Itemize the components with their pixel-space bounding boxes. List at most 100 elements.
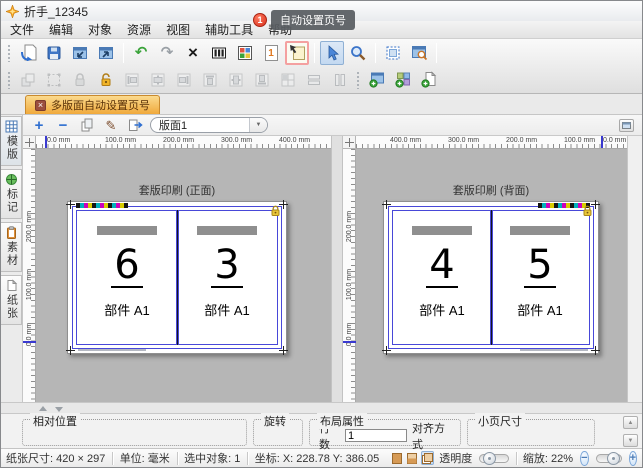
align-left-button[interactable] [120,68,144,92]
open-template-button[interactable] [16,41,40,65]
copy-layout-button[interactable] [78,117,96,134]
window-header: 折手_12345 文件 编辑 对象 资源 视图 辅助工具 帮助 1 自动设置页号 [1,1,642,39]
equal-columns-button[interactable] [328,68,352,92]
opacity-slider[interactable] [479,454,508,463]
page-number-button[interactable]: 1 [259,41,283,65]
add-page-button[interactable] [417,68,441,92]
align-top-button[interactable] [198,68,222,92]
marquee-select-button[interactable] [42,68,66,92]
align-center-button[interactable] [146,68,170,92]
menu-file[interactable]: 文件 [10,21,34,38]
scroll-up-button[interactable]: ▲ [623,416,638,429]
layout-list-button[interactable] [126,117,144,134]
export-document-button[interactable] [94,41,118,65]
main-toolbar: ↶ ↷ × 1 [1,39,642,94]
content-placeholder-bar [510,226,570,235]
redo-button[interactable]: ↷ [155,41,179,65]
side-tab-templates[interactable]: 模版 [1,116,22,166]
side-tab-paper[interactable]: 纸张 [1,275,22,325]
zoom-tool-button[interactable] [346,41,370,65]
ruler-label: 200.0 mm [163,137,194,144]
pane-layout-button[interactable] [619,119,634,132]
select-tool-button[interactable] [320,41,344,65]
document-tab[interactable]: × 多版面自动设置页号 [25,95,160,114]
display-mode-button-1[interactable] [391,451,403,465]
tile-windows-button[interactable] [276,68,300,92]
collapse-up-icon[interactable] [39,406,47,411]
side-tab-label: 素材 [6,241,17,267]
tile-windows-icon [280,72,296,88]
ruler-origin-button[interactable] [23,136,36,149]
sheet-back[interactable]: 4 部件 A1 5 部件 A1 [383,201,599,354]
collapse-down-icon[interactable] [55,407,63,412]
registration-mark [382,346,391,355]
undo-button[interactable]: ↶ [129,41,153,65]
toolbar-grip[interactable] [7,44,12,62]
zoom-slider[interactable] [596,454,622,463]
align-right-button[interactable] [172,68,196,92]
zoom-out-button[interactable]: − [580,451,588,466]
lock-button[interactable] [68,68,92,92]
toolbar-grip[interactable] [356,71,361,89]
import-document-button[interactable] [68,41,92,65]
zoom-slider-thumb[interactable] [607,452,620,465]
part-label: 部件 A1 [517,300,563,319]
side-tab-materials[interactable]: 素材 [1,222,22,272]
toolbar-grip[interactable] [7,71,12,89]
side-tab-marks[interactable]: 标记 [1,169,22,219]
color-control-bar [76,203,128,208]
paper-size-status: 纸张尺寸: 420 × 297 [6,450,105,466]
opacity-slider-thumb[interactable] [483,452,496,465]
sheet-front[interactable]: 6 部件 A1 3 部件 A1 [67,201,287,354]
plus-icon: + [35,118,44,133]
menu-edit[interactable]: 编辑 [49,21,73,38]
align-bottom-icon [254,72,270,88]
auto-set-page-number-button[interactable] [285,41,309,65]
pane-splitter[interactable] [331,136,343,402]
zoom-in-button[interactable]: + [629,451,637,466]
delete-button[interactable]: × [181,41,205,65]
unlock-button[interactable] [94,68,118,92]
edit-layout-button[interactable]: ✎ [102,117,120,134]
canvas-panes: 0.0 mm 100.0 mm 200.0 mm 300.0 mm 400.0 … [23,136,642,402]
scroll-down-button[interactable]: ▼ [623,434,638,447]
page-cell[interactable]: 5 部件 A1 [491,211,589,344]
display-mode-button-2[interactable] [406,451,418,465]
menu-resource[interactable]: 资源 [127,21,151,38]
fit-page-button[interactable] [381,41,405,65]
tab-close-icon[interactable]: × [35,100,46,111]
save-button[interactable] [42,41,66,65]
menu-object[interactable]: 对象 [88,21,112,38]
pencil-icon: ✎ [106,119,117,132]
menu-view[interactable]: 视图 [166,21,190,38]
chevron-down-icon[interactable]: ▼ [249,118,267,132]
canvas-back[interactable]: 套版印刷 (背面) [356,149,627,402]
display-mode-button-3[interactable] [421,451,434,465]
layout-combobox[interactable]: 版面1 ▼ [150,117,268,133]
align-bottom-button[interactable] [250,68,274,92]
page-cell[interactable]: 6 部件 A1 [77,211,177,344]
group-icon [20,72,36,88]
color-scheme-button[interactable] [233,41,257,65]
columns-view-button[interactable] [207,41,231,65]
group-button[interactable] [16,68,40,92]
add-layout-button[interactable]: + [30,117,48,134]
open-template-icon [20,44,37,61]
toolbar-separator [123,43,124,63]
vertical-scrollbar[interactable] [627,136,642,402]
preview-search-button[interactable] [407,41,431,65]
toolbar-separator [436,43,437,63]
add-color-group-button[interactable] [391,68,415,92]
rows-input[interactable] [345,429,407,442]
canvas-front[interactable]: 套版印刷 (正面) [36,149,331,402]
equal-rows-button[interactable] [302,68,326,92]
page-cell[interactable]: 4 部件 A1 [393,211,491,344]
add-sheet-button[interactable] [365,68,389,92]
ruler-origin-button[interactable] [343,136,356,149]
align-middle-button[interactable] [224,68,248,92]
menu-aux-tools[interactable]: 辅助工具 [205,21,253,38]
page-cell[interactable]: 3 部件 A1 [177,211,277,344]
panel-scrollbar: ▲ ▼ [623,416,638,447]
remove-layout-button[interactable]: − [54,117,72,134]
ruler-label: 100.0 mm [564,137,595,144]
